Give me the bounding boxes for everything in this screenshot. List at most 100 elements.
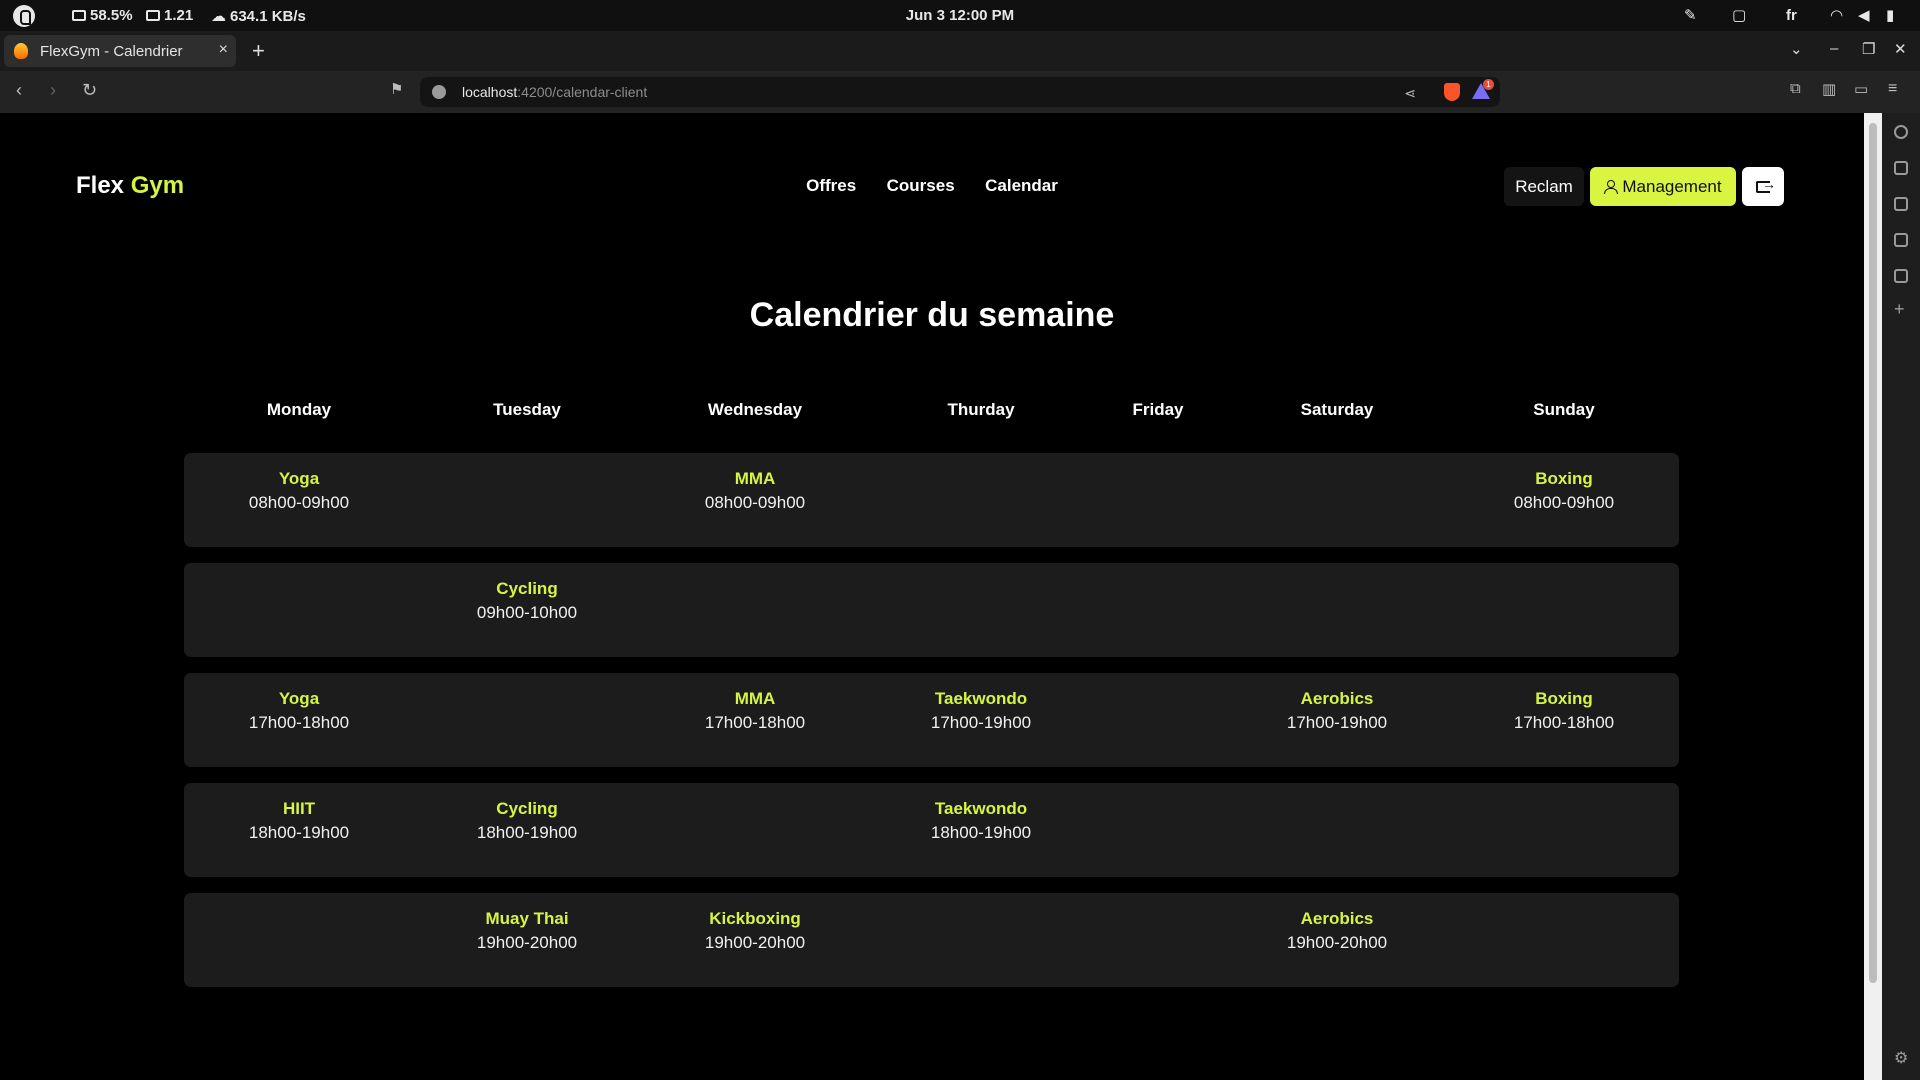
class-name: Cycling [496,799,558,818]
settings-gear-icon[interactable]: ⚙ [1894,1048,1908,1068]
class-slot[interactable]: Yoga 08h00-09h00 [249,469,349,513]
scrollbar-thumb[interactable] [1869,123,1877,983]
reclam-button[interactable]: Reclam [1504,167,1584,206]
management-label: Management [1622,176,1722,196]
class-slot[interactable]: Kickboxing 19h00-20h00 [705,909,805,953]
reload-icon[interactable]: ↻ [82,80,97,101]
page-scrollbar[interactable] [1864,113,1882,1080]
new-tab-icon[interactable]: + [252,38,265,64]
address-bar[interactable]: localhost:4200/calendar-client ⋖ 1 [420,77,1500,107]
class-slot[interactable]: HIIT 18h00-19h00 [249,799,349,843]
class-name: Yoga [278,469,320,488]
wallet-icon[interactable]: ▭ [1854,80,1868,98]
day-header: Sunday [1533,400,1595,419]
clipboard-icon[interactable]: ▢ [1732,6,1746,24]
reading-list-icon[interactable] [1894,269,1908,283]
class-time: 18h00-19h00 [248,823,350,842]
tab-title: FlexGym - Calendrier [40,42,183,60]
class-time: 19h00-20h00 [1286,933,1388,952]
day-header: Thurday [947,400,1015,419]
load-stat: 1.21 [146,7,193,24]
close-window-icon[interactable]: ✕ [1894,40,1907,58]
class-name: Aerobics [1300,689,1374,708]
class-slot[interactable]: Boxing 08h00-09h00 [1514,469,1614,513]
class-slot[interactable]: Taekwondo 17h00-19h00 [931,689,1031,733]
user-icon [1604,180,1619,194]
tab-list-chevron-icon[interactable]: ⌄ [1790,40,1803,58]
battery-stat: 58.5% [72,7,133,24]
fedora-logo-icon[interactable] [13,5,35,27]
sidebar-toggle-icon[interactable]: ▥ [1822,80,1836,98]
class-slot[interactable]: MMA 17h00-18h00 [705,689,805,733]
page-content: Flex Gym Offres Courses Calendar Reclam … [0,113,1864,1080]
class-slot[interactable]: Aerobics 17h00-19h00 [1287,689,1387,733]
class-slot[interactable]: MMA 08h00-09h00 [705,469,805,513]
class-time: 18h00-19h00 [930,823,1032,842]
logout-icon [1756,176,1776,193]
class-time: 18h00-19h00 [476,823,578,842]
url-path: :4200/calendar-client [517,84,648,100]
url-host: localhost [462,84,518,100]
logo-first: Flex [76,172,125,199]
management-button[interactable]: Management [1590,167,1736,206]
class-slot[interactable]: Taekwondo 18h00-19h00 [931,799,1031,843]
browser-tab[interactable]: FlexGym - Calendrier × [4,35,236,67]
share-icon[interactable]: ⋖ [1404,85,1416,102]
volume-icon[interactable]: ◀ [1858,6,1870,24]
class-slot[interactable]: Muay Thai 19h00-20h00 [477,909,577,953]
extensions-icon[interactable]: ⧉ [1790,80,1801,97]
bookmarks-panel-icon[interactable] [1894,233,1908,247]
class-name: MMA [734,689,776,708]
cloud-download-icon: ☁ [211,8,226,25]
day-header: Wednesday [707,400,803,419]
class-slot[interactable]: Cycling 18h00-19h00 [477,799,577,843]
site-info-icon[interactable] [432,85,446,99]
schedule-row: Muay Thai 19h00-20h00 Kickboxing 19h00-20h0… [184,893,1679,987]
close-tab-icon[interactable]: × [219,41,228,59]
nav-calendar[interactable]: Calendar [985,176,1058,196]
maximize-icon[interactable]: ❐ [1862,40,1875,58]
back-icon[interactable]: ‹ [16,80,22,101]
logout-button[interactable] [1742,167,1784,206]
class-name: Aerobics [1300,909,1374,928]
class-slot[interactable]: Aerobics 19h00-20h00 [1287,909,1387,953]
class-slot[interactable]: Cycling 09h00-10h00 [477,579,577,623]
class-time: 17h00-19h00 [1286,713,1388,732]
class-slot[interactable]: Yoga 17h00-18h00 [249,689,349,733]
color-picker-icon[interactable]: ✎ [1684,6,1697,24]
site-logo[interactable]: Flex Gym [76,172,184,200]
class-slot[interactable]: Boxing 17h00-18h00 [1514,689,1614,733]
battery-icon [72,10,86,21]
class-name: Kickboxing [709,909,801,928]
class-time: 19h00-20h00 [476,933,578,952]
browser-toolbar: ‹ › ↻ ⚑ localhost:4200/calendar-client ⋖… [0,71,1920,113]
flame-favicon-icon [14,43,28,59]
menu-icon[interactable]: ≡ [1888,80,1897,98]
nav-offres[interactable]: Offres [806,176,856,196]
forward-icon[interactable]: › [50,80,56,101]
class-time: 17h00-18h00 [1513,713,1615,732]
brave-shields-icon[interactable] [1444,83,1460,101]
schedule-row: HIIT 18h00-19h00 Cycling 18h00-19h00 Taekwon… [184,783,1679,877]
day-header: Tuesday [493,400,561,419]
wallet-panel-icon[interactable] [1894,197,1908,211]
wifi-icon[interactable]: ◠ [1830,6,1843,24]
network-stat: ☁ 634.1 KB/s [211,7,306,26]
schedule-row: Yoga 17h00-18h00 MMA 17h00-18h00 Taekwondo 17… [184,673,1679,767]
class-name: Muay Thai [485,909,569,928]
class-time: 17h00-19h00 [930,713,1032,732]
leo-ai-icon[interactable] [1894,125,1908,139]
power-icon[interactable]: ▮ [1886,6,1894,24]
add-panel-icon[interactable]: + [1894,299,1905,320]
day-header-row: Monday Tuesday Wednesday Thurday Friday Satur… [184,400,1679,430]
day-header: Monday [266,400,332,419]
class-time: 17h00-18h00 [704,713,806,732]
bookmark-icon[interactable]: ⚑ [390,80,403,98]
media-icon[interactable] [1894,161,1908,175]
page-title: Calendrier du semaine [749,296,1115,334]
nav-courses[interactable]: Courses [887,176,955,196]
class-name: Taekwondo [934,799,1028,818]
schedule-row: Cycling 09h00-10h00 [184,563,1679,657]
minimize-icon[interactable]: – [1830,40,1838,57]
keyboard-language[interactable]: fr [1786,7,1797,24]
